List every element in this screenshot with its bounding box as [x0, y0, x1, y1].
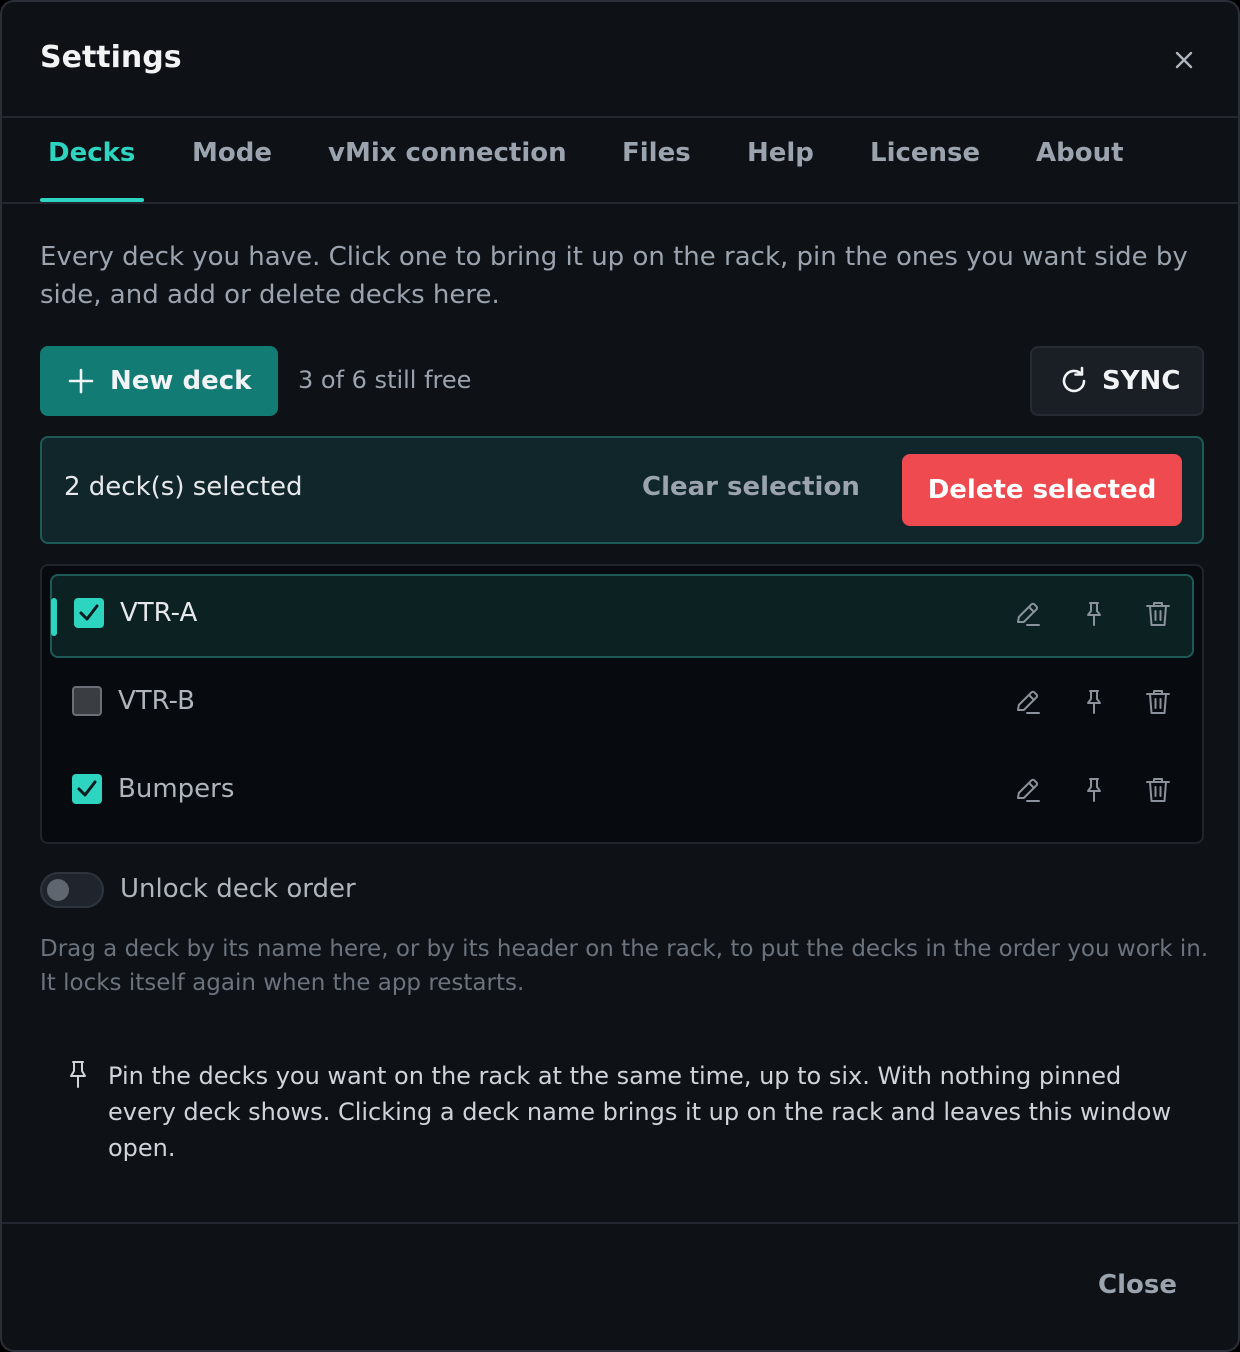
tab-license[interactable]: License	[870, 138, 980, 168]
edit-icon[interactable]	[1012, 686, 1044, 718]
dialog-title: Settings	[40, 40, 182, 75]
tab-files[interactable]: Files	[622, 138, 691, 168]
close-icon[interactable]	[1168, 44, 1200, 76]
deck-list: VTR-A VTR-B Bumpers	[40, 564, 1204, 844]
unlock-order-toggle[interactable]	[40, 872, 104, 908]
tab-decks[interactable]: Decks	[48, 138, 135, 168]
free-slots-text: 3 of 6 still free	[298, 366, 472, 394]
selection-count: 2 deck(s) selected	[64, 472, 303, 502]
deck-name[interactable]: Bumpers	[118, 774, 234, 804]
pin-icon[interactable]	[1078, 686, 1110, 718]
deck-name[interactable]: VTR-B	[118, 686, 195, 716]
pin-icon	[70, 1061, 86, 1088]
tab-vmix-connection[interactable]: vMix connection	[328, 138, 567, 168]
settings-dialog: Settings Decks Mode vMix connection File…	[0, 0, 1240, 1352]
trash-icon[interactable]	[1142, 686, 1174, 718]
pin-icon[interactable]	[1078, 774, 1110, 806]
pin-icon[interactable]	[1078, 598, 1110, 630]
close-button[interactable]: Close	[1098, 1270, 1177, 1300]
deck-row-vtr-b[interactable]: VTR-B	[50, 662, 1194, 746]
deck-row-bumpers[interactable]: Bumpers	[50, 750, 1194, 834]
deck-checkbox-vtr-b[interactable]	[72, 686, 102, 716]
edit-icon[interactable]	[1012, 774, 1044, 806]
tab-mode[interactable]: Mode	[192, 138, 272, 168]
toggle-knob	[47, 879, 69, 901]
new-deck-button[interactable]: New deck	[40, 346, 278, 416]
trash-icon[interactable]	[1142, 598, 1174, 630]
drag-hint-text: Drag a deck by its name here, or by its …	[40, 936, 1209, 996]
sync-label: SYNC	[1102, 366, 1181, 396]
decks-intro-text: Every deck you have. Click one to bring …	[40, 242, 1188, 310]
tab-about[interactable]: About	[1036, 138, 1124, 168]
sync-button[interactable]: SYNC	[1030, 346, 1204, 416]
clear-selection-button[interactable]: Clear selection	[642, 472, 860, 502]
deck-row-vtr-a[interactable]: VTR-A	[50, 574, 1194, 658]
refresh-icon	[1062, 366, 1086, 393]
deck-checkbox-vtr-a[interactable]	[74, 598, 104, 628]
dialog-header: Settings	[2, 2, 1238, 118]
pin-note-text: Pin the decks you want on the rack at th…	[108, 1062, 1172, 1162]
active-deck-indicator	[51, 598, 57, 636]
active-tab-indicator	[40, 198, 144, 202]
tab-help[interactable]: Help	[747, 138, 814, 168]
edit-icon[interactable]	[1012, 598, 1044, 630]
delete-selected-button[interactable]: Delete selected	[902, 454, 1182, 526]
dialog-footer: Close	[2, 1222, 1238, 1350]
new-deck-label: New deck	[110, 366, 252, 396]
plus-icon	[68, 368, 94, 394]
selection-bar: 2 deck(s) selected Clear selection Delet…	[40, 436, 1204, 544]
tab-bar: Decks Mode vMix connection Files Help Li…	[2, 118, 1238, 204]
deck-checkbox-bumpers[interactable]	[72, 774, 102, 804]
unlock-order-label: Unlock deck order	[120, 874, 356, 904]
deck-name[interactable]: VTR-A	[120, 598, 197, 628]
trash-icon[interactable]	[1142, 774, 1174, 806]
